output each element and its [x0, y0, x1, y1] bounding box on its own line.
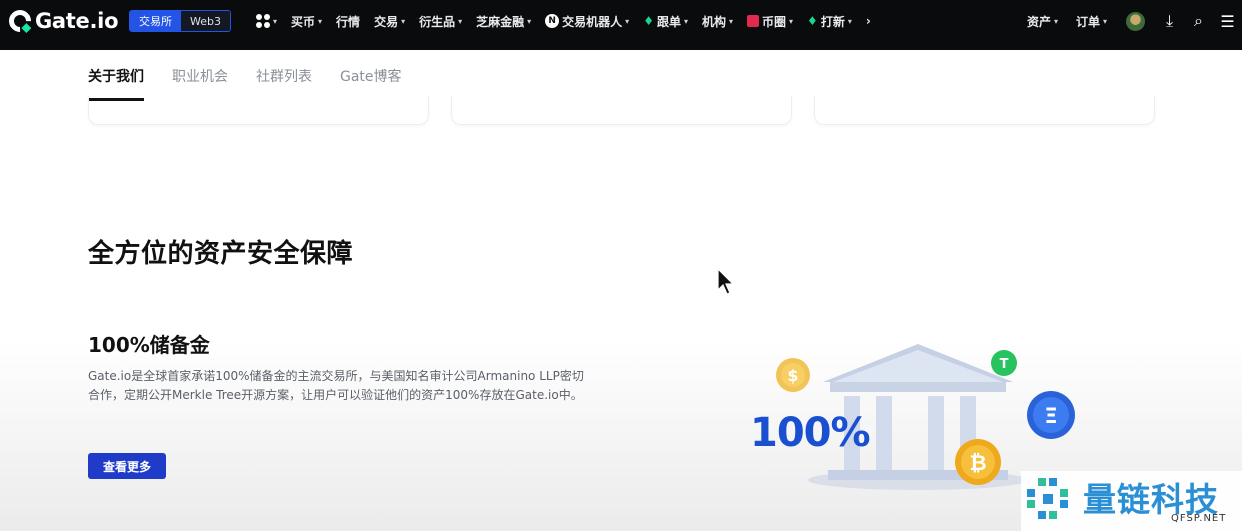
- nav-label: 跟单: [656, 14, 681, 29]
- nav-trading-bots[interactable]: N 交易机器人 ▾: [538, 13, 636, 30]
- section-subtitle: 100%储备金: [88, 333, 210, 357]
- reserve-percent-label: 100%: [750, 410, 871, 456]
- nav-markets[interactable]: 行情: [329, 13, 367, 30]
- nav-crypto-circle[interactable]: 币圈 ▾: [740, 13, 800, 30]
- nav-finance[interactable]: 芝麻金融 ▾: [469, 13, 538, 30]
- nav-label: 行情: [336, 14, 361, 29]
- svg-text:T: T: [1000, 357, 1009, 372]
- top-nav: Gate.io 交易所 Web3 ▾ 买币 ▾ 行情 交易 ▾ 衍生品 ▾ 芝麻…: [0, 0, 1242, 50]
- svg-text:₿: ₿: [969, 451, 986, 475]
- leaf-icon: ♦: [643, 14, 654, 28]
- segment-web3[interactable]: Web3: [181, 11, 230, 31]
- chevron-down-icon: ▾: [401, 16, 406, 26]
- chevron-down-icon: ▾: [1102, 16, 1107, 26]
- nav-label: 衍生品: [419, 14, 456, 29]
- chevron-down-icon: ▾: [273, 16, 278, 26]
- nav-trade[interactable]: 交易 ▾: [367, 13, 412, 30]
- nav-copy-trading[interactable]: ♦ 跟单 ▾: [636, 13, 695, 30]
- bitcoin-coin-icon: ₿: [955, 439, 1001, 485]
- svg-text:Ξ: Ξ: [1044, 404, 1057, 428]
- chevron-down-icon: ▾: [625, 16, 630, 26]
- ethereum-coin-icon: Ξ: [1027, 391, 1075, 439]
- segment-exchange[interactable]: 交易所: [130, 11, 181, 31]
- leaf-icon: ♦: [807, 14, 818, 28]
- gate-logo-icon: [4, 5, 36, 37]
- nav-label: 买币: [291, 14, 316, 29]
- info-card: [814, 96, 1155, 125]
- nav-launchpad[interactable]: ♦ 打新 ▾: [800, 13, 859, 30]
- chevron-down-icon: ▾: [318, 16, 323, 26]
- nav-label: 打新: [820, 14, 845, 29]
- dollar-coin-icon: $: [776, 358, 810, 392]
- chevron-down-icon: ▾: [458, 16, 463, 26]
- nav-more[interactable]: ›: [859, 14, 878, 28]
- chevron-down-icon: ▾: [527, 16, 532, 26]
- nav-assets[interactable]: 资产 ▾: [1018, 13, 1067, 30]
- nav-label: 币圈: [762, 14, 787, 29]
- avatar[interactable]: [1126, 11, 1145, 31]
- nav-label: 交易机器人: [562, 14, 623, 29]
- watermark-url: QFSP.NET: [1171, 513, 1227, 524]
- tether-coin-icon: T: [991, 350, 1017, 376]
- chevron-down-icon: ▾: [729, 16, 734, 26]
- nav-label: 交易: [374, 14, 399, 29]
- chart-icon: [747, 15, 760, 27]
- chevron-down-icon: ▾: [683, 16, 688, 26]
- exchange-web3-switch: 交易所 Web3: [129, 10, 231, 32]
- nav-orders[interactable]: 订单 ▾: [1067, 13, 1116, 30]
- nav-derivatives[interactable]: 衍生品 ▾: [412, 13, 469, 30]
- logo-text: Gate.io: [35, 9, 119, 33]
- menu-icon[interactable]: ☰: [1213, 12, 1242, 31]
- nav-buy-crypto[interactable]: 买币 ▾: [284, 13, 329, 30]
- section-description: Gate.io是全球首家承诺100%储备金的主流交易所，与美国知名审计公司Arm…: [88, 369, 584, 402]
- apps-grid-icon: [256, 14, 270, 28]
- watermark: 量链科技 QFSP.NET: [1021, 471, 1242, 531]
- nav-label: 资产: [1026, 14, 1051, 29]
- section-title: 全方位的资产安全保障: [88, 239, 354, 269]
- chevron-right-icon: ›: [865, 14, 871, 28]
- info-card: [451, 96, 792, 125]
- chevron-down-icon: ▾: [789, 16, 794, 26]
- svg-text:$: $: [787, 366, 798, 385]
- nav-label: 芝麻金融: [476, 14, 525, 29]
- download-icon[interactable]: ⤓: [1155, 11, 1184, 31]
- main-menu: ▾ 买币 ▾ 行情 交易 ▾ 衍生品 ▾ 芝麻金融 ▾ N 交易机器人 ▾ ♦ …: [249, 0, 878, 42]
- nav-institutional[interactable]: 机构 ▾: [695, 13, 740, 30]
- chevron-down-icon: ▾: [847, 16, 852, 26]
- chevron-down-icon: ▾: [1053, 16, 1058, 26]
- watermark-logo-icon: [1027, 478, 1068, 519]
- bot-n-icon: N: [545, 14, 560, 28]
- gate-logo[interactable]: Gate.io: [4, 5, 119, 37]
- mouse-cursor-icon: [717, 268, 735, 295]
- info-card: [88, 96, 429, 125]
- right-nav: 资产 ▾ 订单 ▾ ⤓ ⌕ ☰: [1018, 0, 1242, 42]
- view-more-button[interactable]: 查看更多: [88, 453, 166, 479]
- nav-label: 机构: [701, 14, 726, 29]
- search-icon[interactable]: ⌕: [1184, 11, 1213, 31]
- nav-label: 订单: [1075, 14, 1100, 29]
- apps-menu[interactable]: ▾: [249, 14, 284, 28]
